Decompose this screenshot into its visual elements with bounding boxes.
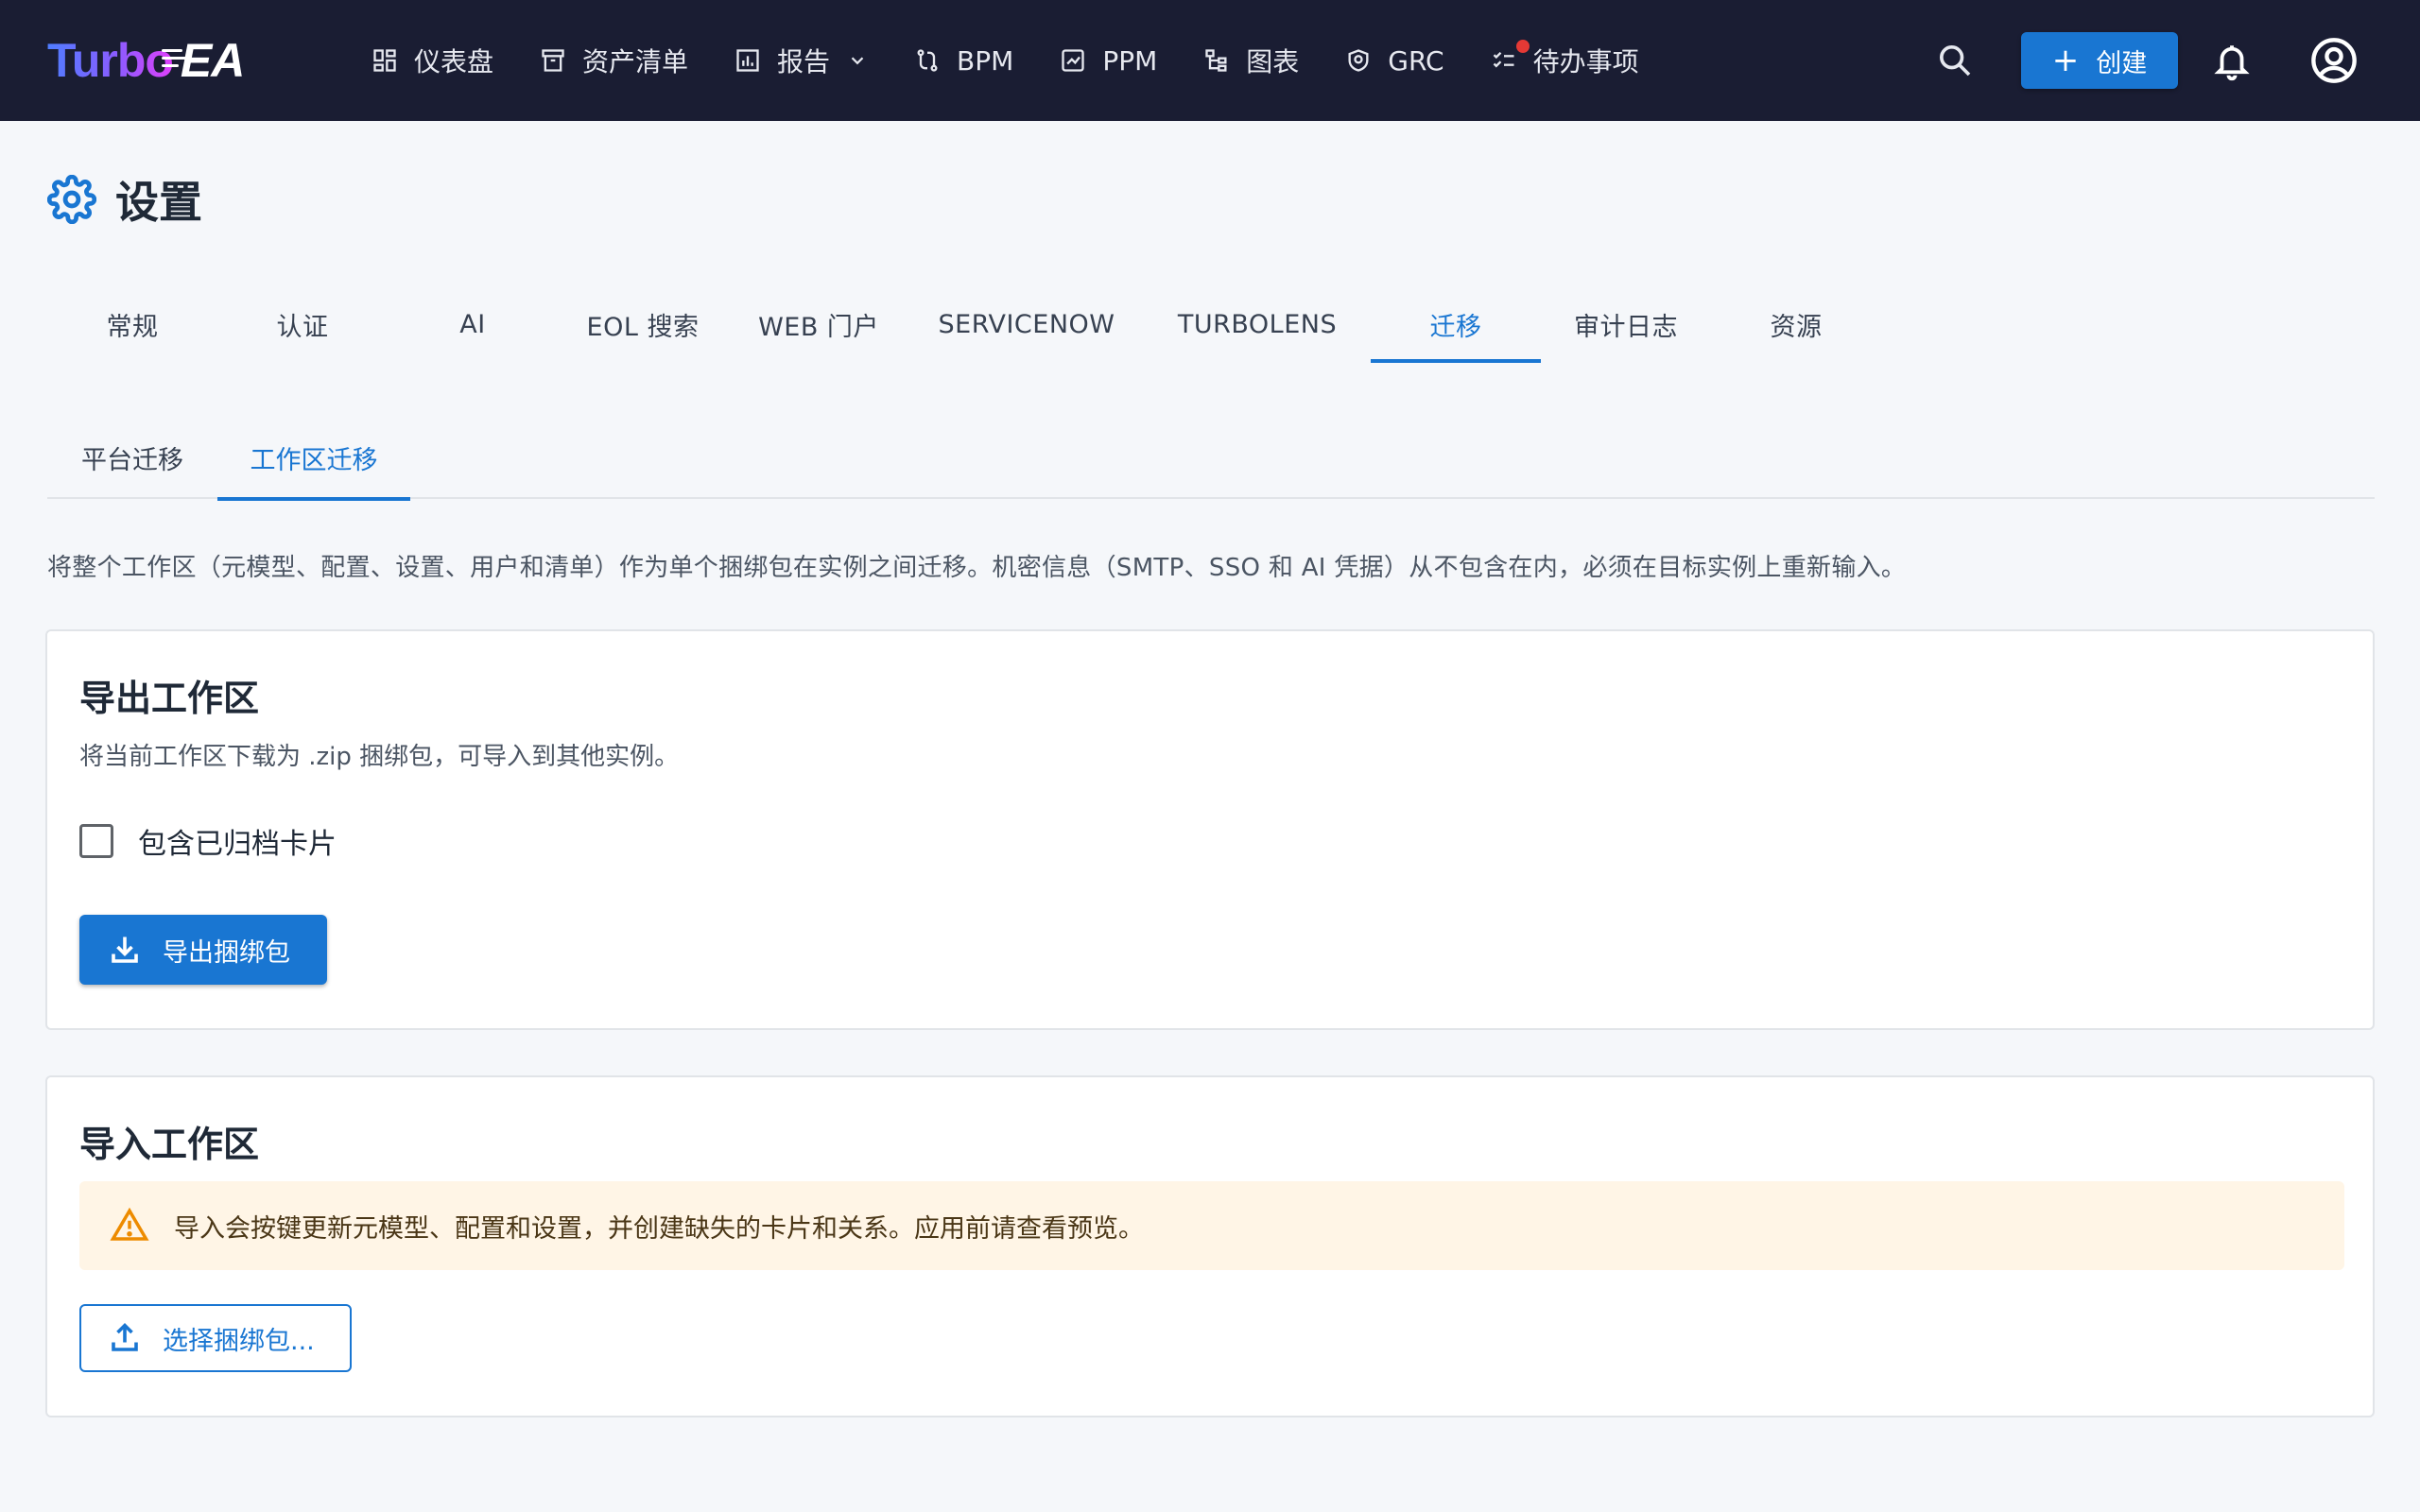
export-title: 导出工作区 [79, 678, 260, 719]
nav-label: GRC [1388, 44, 1444, 77]
app-logo[interactable]: Turbo EA [47, 32, 245, 89]
settings-tabs: 常规 认证 AI EOL 搜索 WEB 门户 SERVICENOW TURBOL… [47, 284, 1881, 365]
include-archived-label: 包含已归档卡片 [138, 828, 337, 861]
nav-item-ppm[interactable]: PPM [1047, 30, 1168, 91]
choose-bundle-label: 选择捆绑包... [163, 1326, 315, 1356]
logo-text-turbo: Turbo [47, 34, 174, 87]
gear-icon [47, 175, 96, 224]
tab-servicenow[interactable]: SERVICENOW [909, 284, 1144, 365]
nav-label: 待办事项 [1532, 46, 1639, 77]
bell-icon[interactable] [2212, 40, 2252, 81]
create-button[interactable]: + 创建 [2021, 32, 2178, 89]
report-icon [734, 46, 762, 75]
tab-ai[interactable]: AI [388, 284, 558, 365]
dashboard-icon [371, 46, 399, 75]
nav-item-inventory[interactable]: 资产清单 [527, 30, 700, 91]
nav-item-reports[interactable]: 报告 [722, 30, 879, 91]
migration-subtabs: 平台迁移 工作区迁移 [47, 416, 2375, 501]
nav-item-diagrams[interactable]: 图表 [1191, 30, 1310, 91]
nav-item-dashboard[interactable]: 仪表盘 [359, 30, 505, 91]
logo-ea-label: EA [180, 34, 245, 87]
warning-icon [110, 1207, 149, 1241]
ppm-icon [1059, 46, 1087, 75]
nav-label: PPM [1102, 44, 1158, 77]
export-bundle-button[interactable]: 导出捆绑包 [79, 915, 327, 985]
create-button-label: 创建 [2096, 48, 2148, 78]
grc-icon [1344, 46, 1373, 75]
nav-label: BPM [957, 44, 1014, 77]
nav-label: 资产清单 [582, 46, 689, 77]
import-warning-text: 导入会按键更新元模型、配置和设置，并创建缺失的卡片和关系。应用前请查看预览。 [174, 1213, 1144, 1244]
subtab-workspace-migration[interactable]: 工作区迁移 [217, 416, 410, 501]
plus-icon: + [2051, 42, 2080, 79]
tab-turbolens[interactable]: TURBOLENS [1144, 284, 1371, 365]
import-title: 导入工作区 [79, 1124, 260, 1165]
tab-web-portal[interactable]: WEB 门户 [728, 284, 909, 365]
logo-speed-lines [161, 49, 190, 72]
include-archived-checkbox[interactable] [79, 824, 113, 858]
tab-audit-log[interactable]: 审计日志 [1541, 284, 1711, 365]
logo-text-ea: EA [161, 33, 245, 88]
inventory-icon [539, 46, 567, 75]
main-nav: 仪表盘 资产清单 报告 BPM PPM 图表 GRC 待办事项 [359, 0, 1673, 121]
nav-item-bpm[interactable]: BPM [902, 30, 1025, 91]
nav-label: 报告 [777, 46, 831, 77]
chevron-down-icon [851, 57, 864, 65]
include-archived-checkbox-row[interactable]: 包含已归档卡片 [79, 820, 337, 862]
account-icon[interactable] [2309, 36, 2359, 85]
export-workspace-card: 导出工作区 将当前工作区下载为 .zip 捆绑包，可导入到其他实例。 包含已归档… [45, 629, 2375, 1030]
intro-text: 将整个工作区（元模型、配置、设置、用户和清单）作为单个捆绑包在实例之间迁移。机密… [47, 554, 1907, 582]
tab-auth[interactable]: 认证 [217, 284, 388, 365]
upload-icon [112, 1322, 138, 1351]
notification-dot [1515, 40, 1530, 53]
tab-general[interactable]: 常规 [47, 284, 217, 365]
nav-label: 图表 [1246, 46, 1300, 77]
bpm-icon [913, 46, 942, 75]
top-navigation-bar: Turbo EA 仪表盘 资产清单 报告 BPM PPM 图表 GRC 待办事项… [0, 0, 2420, 121]
search-icon[interactable] [1936, 42, 1974, 79]
nav-label: 仪表盘 [414, 46, 494, 77]
nav-item-todos[interactable]: 待办事项 [1478, 30, 1651, 91]
import-warning-alert: 导入会按键更新元模型、配置和设置，并创建缺失的卡片和关系。应用前请查看预览。 [79, 1181, 2344, 1270]
download-icon [112, 936, 138, 963]
tab-migration[interactable]: 迁移 [1371, 284, 1541, 365]
tab-resources[interactable]: 资源 [1711, 284, 1881, 365]
import-workspace-card: 导入工作区 导入会按键更新元模型、配置和设置，并创建缺失的卡片和关系。应用前请查… [45, 1075, 2375, 1418]
tab-eol-search[interactable]: EOL 搜索 [558, 284, 728, 365]
diagram-icon [1202, 46, 1231, 75]
export-button-label: 导出捆绑包 [163, 937, 290, 968]
todo-icon [1490, 46, 1518, 75]
nav-item-grc[interactable]: GRC [1333, 30, 1455, 91]
page-title: 设置 [115, 177, 202, 228]
subtab-platform-migration[interactable]: 平台迁移 [47, 416, 217, 499]
export-description: 将当前工作区下载为 .zip 捆绑包，可导入到其他实例。 [79, 743, 680, 771]
page-header: 设置 [47, 168, 202, 231]
choose-bundle-button[interactable]: 选择捆绑包... [79, 1304, 352, 1372]
